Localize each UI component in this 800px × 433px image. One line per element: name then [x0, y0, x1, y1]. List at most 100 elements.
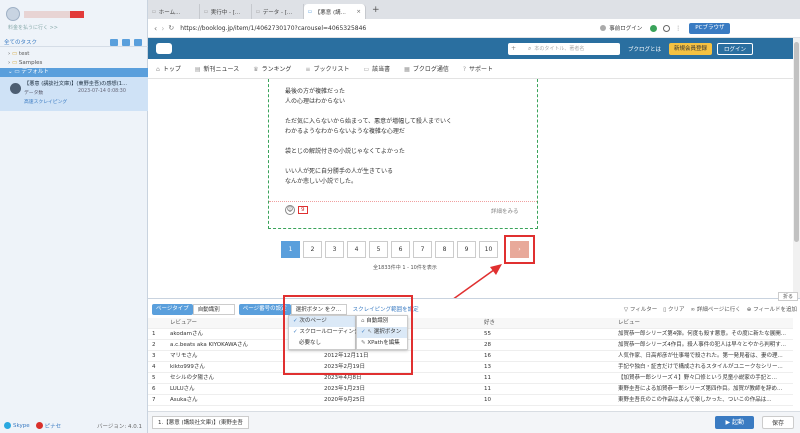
menu-item-label: スクロールローディング	[299, 329, 360, 335]
plus-icon[interactable]: +	[511, 45, 516, 52]
nav-news[interactable]: ▤ 新刊ニュース	[195, 64, 239, 73]
panel-toolbar: ページタイプ 自動識別 ページ番号の設定 選択ボタン をク... スクレイピング…	[152, 303, 797, 315]
tab-label: ホーム...	[158, 9, 181, 16]
table-row[interactable]: 6 LULUさん 2023年1月23日 11 東野圭吾による加賀恭一郎シリーズ第四作目。…	[148, 384, 793, 395]
task-title: 【悪意 (講談社文庫)】(東野圭吾)の感想(1...	[24, 81, 128, 87]
folder-icon: ▭	[11, 51, 19, 57]
row-number: 1	[152, 331, 156, 337]
cell-reviewer: a.c.beats aka KIYOKAWAさん	[170, 342, 248, 348]
tab-data[interactable]: ▫ データ - [...	[252, 4, 304, 19]
read-more-link[interactable]: 詳細をみる	[491, 207, 519, 215]
add-folder-icon[interactable]	[122, 39, 130, 46]
page-2[interactable]: 2	[303, 241, 322, 258]
review-line: わかるようなわからないような複雑な心理だ	[285, 128, 405, 135]
login-button[interactable]: ログイン	[717, 42, 754, 55]
smile-icon[interactable]: ☺	[285, 205, 295, 215]
url-input[interactable]: https://booklog.jp/item/1/4062730170?car…	[180, 25, 520, 32]
page-type-select[interactable]: 自動識別	[192, 303, 235, 315]
menu-item-select-button[interactable]: ✓ ↖ 選択ボタン	[357, 327, 407, 338]
task-tab[interactable]: 1.【悪意 (講談社文庫)】(東野圭吾	[152, 416, 249, 429]
pinase-link[interactable]: ピナセ	[45, 422, 62, 430]
run-button[interactable]: ▶ 起動	[715, 416, 754, 429]
table-row[interactable]: 3 マリモさん 2012年12月11日 16 人気作家、日高邦彦が仕事場で殺された。第一…	[148, 351, 793, 362]
all-tasks-label[interactable]: 全てのタスク	[0, 38, 37, 46]
tab-label: 実行中 - [...	[210, 9, 241, 16]
menu-item-label: XPathを編集	[367, 340, 400, 346]
review-line	[285, 157, 452, 167]
review-line	[285, 107, 452, 117]
table-row[interactable]: 1 akodamさん 55 加賀恭一郎シリーズ第4弾。何度も殺す悪意。その度に新たな展…	[148, 329, 793, 340]
tab-current[interactable]: ▫ 【悪意 (講... ×	[304, 4, 366, 19]
nav-support[interactable]: ? サポート	[463, 64, 493, 73]
login-icon	[600, 25, 607, 31]
nav-booklist[interactable]: ≡ ブックリスト	[305, 64, 349, 73]
sidebar: 料金を払うに行く >> 全てのタスク › ▭ test › ▭ Samples …	[0, 0, 148, 433]
search-input[interactable]: 本のタイトル、著者名	[534, 45, 584, 52]
menu-item-none[interactable]: 必要なし	[289, 338, 355, 349]
scroll-thumb[interactable]	[794, 42, 799, 242]
table-row[interactable]: 2 a.c.beats aka KIYOKAWAさん 28 加賀恭一郎シリーズ4作目。…	[148, 340, 793, 351]
page-3[interactable]: 3	[325, 241, 344, 258]
page-1[interactable]: 1	[281, 241, 300, 258]
task-card[interactable]: 【悪意 (講談社文庫)】(東野圭吾)の感想(1... データ数 2023-07-…	[0, 77, 148, 111]
pinterest-icon	[35, 422, 43, 429]
tab-home[interactable]: ▫ ホーム...	[148, 4, 200, 19]
menu-item-scroll-loading[interactable]: ✓ スクロールローディング	[289, 327, 359, 338]
table-row[interactable]: 7 Asukaさん 2020年9月25日 10 東野圭吾氏のこの作品はよんで楽しかった、…	[148, 395, 793, 406]
page-4[interactable]: 4	[347, 241, 366, 258]
book-icon: ▤	[194, 66, 201, 73]
more-icon[interactable]: ⋮	[675, 25, 681, 32]
refresh-icon[interactable]: ↻	[168, 24, 174, 32]
preload-login-label[interactable]: 事前ログイン	[609, 24, 642, 32]
forward-icon[interactable]: ›	[161, 24, 164, 33]
collapse-button[interactable]: 折る	[778, 292, 799, 301]
invite-link[interactable]: 料金を払うに行く >>	[8, 24, 58, 31]
about-button[interactable]: ブクログとは	[628, 45, 661, 53]
tab-running[interactable]: ▫ 実行中 - [...	[200, 4, 252, 19]
nav-discussion[interactable]: ▭ 該当書	[363, 64, 390, 73]
folder-item-default[interactable]: ⌄ ▭ デフォルト	[0, 68, 148, 77]
browser-mode-select[interactable]: PCブラウザ	[689, 22, 731, 34]
divider	[269, 201, 537, 202]
cell-likes: 55	[484, 331, 491, 337]
cell-date: 2020年9月25日	[324, 397, 365, 403]
nav-ranking[interactable]: ♛ ランキング	[253, 64, 291, 73]
skype-link[interactable]: Skype	[13, 423, 30, 429]
add-field-button[interactable]: ⊕ フィールドを追加	[747, 305, 797, 313]
table-row[interactable]: 5 セシルの夕陽さん 2023年4月8日 11 【加賀恭一郎シリーズ４】野々口修という児…	[148, 373, 793, 384]
close-icon[interactable]: ×	[356, 9, 361, 15]
nav-newsletter[interactable]: ▦ ブクログ通信	[404, 64, 449, 73]
search-bar: + ⌕ 本のタイトル、著者名	[508, 42, 620, 55]
pagination-mode-menu: ✓ 次のページ ✓ スクロールローディング 必要なし	[288, 315, 359, 350]
folder-item-test[interactable]: › ▭ test	[0, 50, 148, 59]
save-button[interactable]: 保存	[761, 416, 794, 429]
new-tab-icon[interactable]: +	[372, 5, 380, 15]
sort-icon[interactable]	[134, 39, 142, 46]
add-task-icon[interactable]	[110, 39, 118, 46]
column-header: レビュー	[618, 320, 641, 326]
vertical-scrollbar[interactable]	[793, 38, 800, 298]
filter-button[interactable]: ▽ フィルター	[624, 305, 657, 313]
register-button[interactable]: 新規会員登録	[669, 42, 713, 55]
user-icon[interactable]	[663, 24, 671, 32]
nav-label: 該当書	[372, 66, 391, 73]
folder-label: test	[18, 51, 30, 57]
search-icon[interactable]: ⌕	[528, 45, 531, 53]
globe-icon[interactable]	[650, 24, 658, 32]
menu-item-edit-xpath[interactable]: ✎ XPathを編集	[357, 338, 407, 349]
detail-page-button[interactable]: ∞ 詳細ページに行く	[691, 305, 741, 313]
table-row[interactable]: 4 kikto999さん 2023年2月19日 13 手記や独白・証言だけで構成されるス…	[148, 362, 793, 373]
clear-button[interactable]: ▯ クリア	[663, 305, 684, 313]
site-logo[interactable]	[156, 43, 172, 54]
menu-item-next-page[interactable]: ✓ 次のページ	[289, 316, 355, 327]
menu-item-auto-detect[interactable]: ⌂ 自動識別	[357, 316, 407, 327]
nav-top[interactable]: ⌂ トップ	[156, 64, 181, 73]
folder-item-samples[interactable]: › ▭ Samples	[0, 59, 148, 68]
site-nav: ⌂ トップ ▤ 新刊ニュース ♛ ランキング ≡ ブックリスト ▭ 該当書 ▦ ブクログ通信…	[148, 59, 793, 79]
cell-reviewer: LULUさん	[170, 386, 195, 392]
review-text: 最後の方が複雑だった 人の心理はわからない ただ気に入らないから始まって、悪意が…	[285, 87, 452, 187]
row-number: 7	[152, 397, 156, 403]
avatar[interactable]	[6, 7, 20, 21]
crown-icon: ♛	[253, 66, 259, 73]
back-icon[interactable]: ‹	[154, 24, 157, 33]
